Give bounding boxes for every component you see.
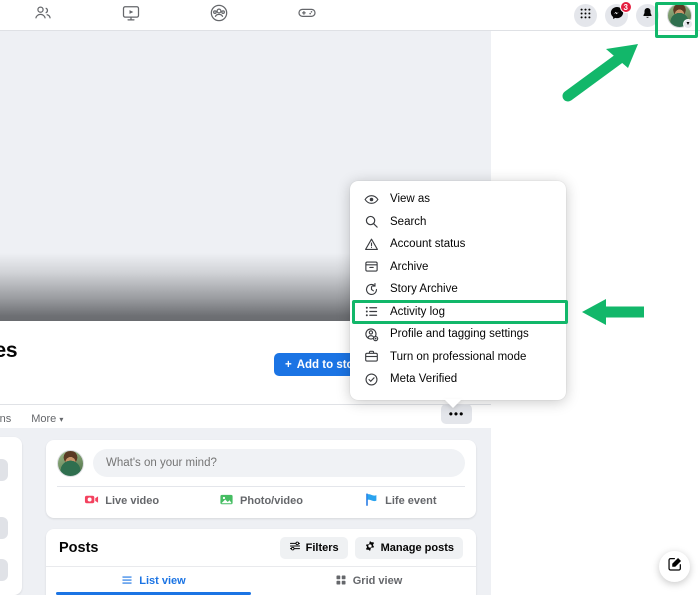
profile-tab-more[interactable]: More ▾ [21,413,73,425]
bell-icon [641,7,654,25]
posts-card: Posts Filters [46,529,476,595]
list-bullets-icon [364,304,379,319]
posts-header: Posts Filters [46,529,476,566]
manage-posts-label: Manage posts [381,542,454,554]
skeleton-block [0,559,8,581]
menu-item-meta-verified[interactable]: Meta Verified [350,368,566,391]
search-icon [364,214,379,229]
menu-item-label: Search [390,216,426,228]
grid-apps-icon [579,7,592,25]
profile-tab-more-label: More [31,413,56,425]
archive-box-icon [364,259,379,274]
life-event-label: Life event [385,495,436,507]
page-title: ges [0,339,17,363]
photo-video-icon [219,492,234,510]
plus-icon: + [285,359,292,371]
filters-icon [289,540,301,555]
menu-item-turn-on-professional-mode[interactable]: Turn on professional mode [350,346,566,369]
nav-tab-groups[interactable] [176,0,262,31]
menu-item-search[interactable]: Search [350,211,566,234]
composer-top-row [46,440,476,477]
menu-item-account-status[interactable]: Account status [350,233,566,256]
live-video-icon [84,492,99,510]
left-sidebar-card [0,437,22,595]
live-video-button[interactable]: Live video [52,492,191,510]
messenger-badge: 3 [620,1,632,13]
photo-video-label: Photo/video [240,495,303,507]
compose-edit-icon [667,556,683,577]
menu-item-view-as[interactable]: View as [350,188,566,211]
clock-history-icon [364,282,379,297]
menu-item-label: Story Archive [390,283,458,295]
menu-item-activity-log[interactable]: Activity log [350,301,566,324]
gaming-icon [297,3,317,28]
account-menu-button[interactable]: ▾ [667,3,692,28]
menu-item-label: Activity log [390,306,445,318]
notifications-button[interactable] [636,4,659,27]
menu-item-label: Turn on professional mode [390,351,526,363]
menu-item-label: Profile and tagging settings [390,328,529,340]
menu-item-story-archive[interactable]: Story Archive [350,278,566,301]
grid-icon [335,574,347,589]
apps-menu-button[interactable] [574,4,597,27]
tab-grid-view-label: Grid view [353,575,403,587]
top-right-actions: 3 ▾ [574,0,696,31]
warning-triangle-icon [364,237,379,252]
menu-item-label: Account status [390,238,465,250]
photo-video-button[interactable]: Photo/video [191,492,330,510]
composer-actions: Live video Photo/video [46,487,476,515]
life-event-flag-icon [364,492,379,510]
menu-pointer-tail [444,399,462,408]
tab-list-view-label: List view [139,575,185,587]
briefcase-icon [364,349,379,364]
nav-tabs [0,0,350,31]
nav-tab-friends[interactable] [0,0,86,31]
chevron-down-icon: ▾ [683,19,693,29]
nav-tab-gaming[interactable] [264,0,350,31]
nav-tab-video[interactable] [88,0,174,31]
posts-view-tabs: List view Grid view [46,566,476,595]
check-circle-icon [364,372,379,387]
menu-item-profile-and-tagging-settings[interactable]: Profile and tagging settings [350,323,566,346]
profile-gear-icon [364,327,379,342]
post-composer-card: Live video Photo/video [46,440,476,518]
skeleton-block [0,459,8,481]
groups-icon [209,3,229,28]
profile-tab-checkins[interactable]: k-ins [0,413,21,425]
menu-item-label: Meta Verified [390,373,457,385]
menu-item-label: View as [390,193,430,205]
profile-options-menu: View as Search Account status [350,181,566,400]
skeleton-block [0,517,8,539]
filters-label: Filters [306,542,339,554]
manage-posts-button[interactable]: Manage posts [355,537,463,559]
chevron-down-icon: ▾ [59,415,63,424]
list-icon [121,574,133,589]
live-video-label: Live video [105,495,159,507]
composer-input[interactable] [93,449,465,477]
top-navigation-bar: 3 ▾ [0,0,700,31]
video-icon [121,3,141,28]
compose-fab-button[interactable] [659,551,690,582]
menu-item-label: Archive [390,261,428,273]
tab-grid-view[interactable]: Grid view [261,567,476,595]
filters-button[interactable]: Filters [280,537,348,559]
messenger-button[interactable]: 3 [605,4,628,27]
tab-list-view[interactable]: List view [46,567,261,595]
posts-title: Posts [59,540,273,556]
gear-icon [364,540,376,555]
friends-icon [33,3,53,28]
avatar [57,450,84,477]
life-event-button[interactable]: Life event [331,492,470,510]
profile-tabbar: k-ins More ▾ [0,404,491,428]
screenshot-root: ges + Add to story k-ins More ▾ ••• [0,0,700,595]
menu-item-archive[interactable]: Archive [350,256,566,279]
eye-icon [364,192,379,207]
